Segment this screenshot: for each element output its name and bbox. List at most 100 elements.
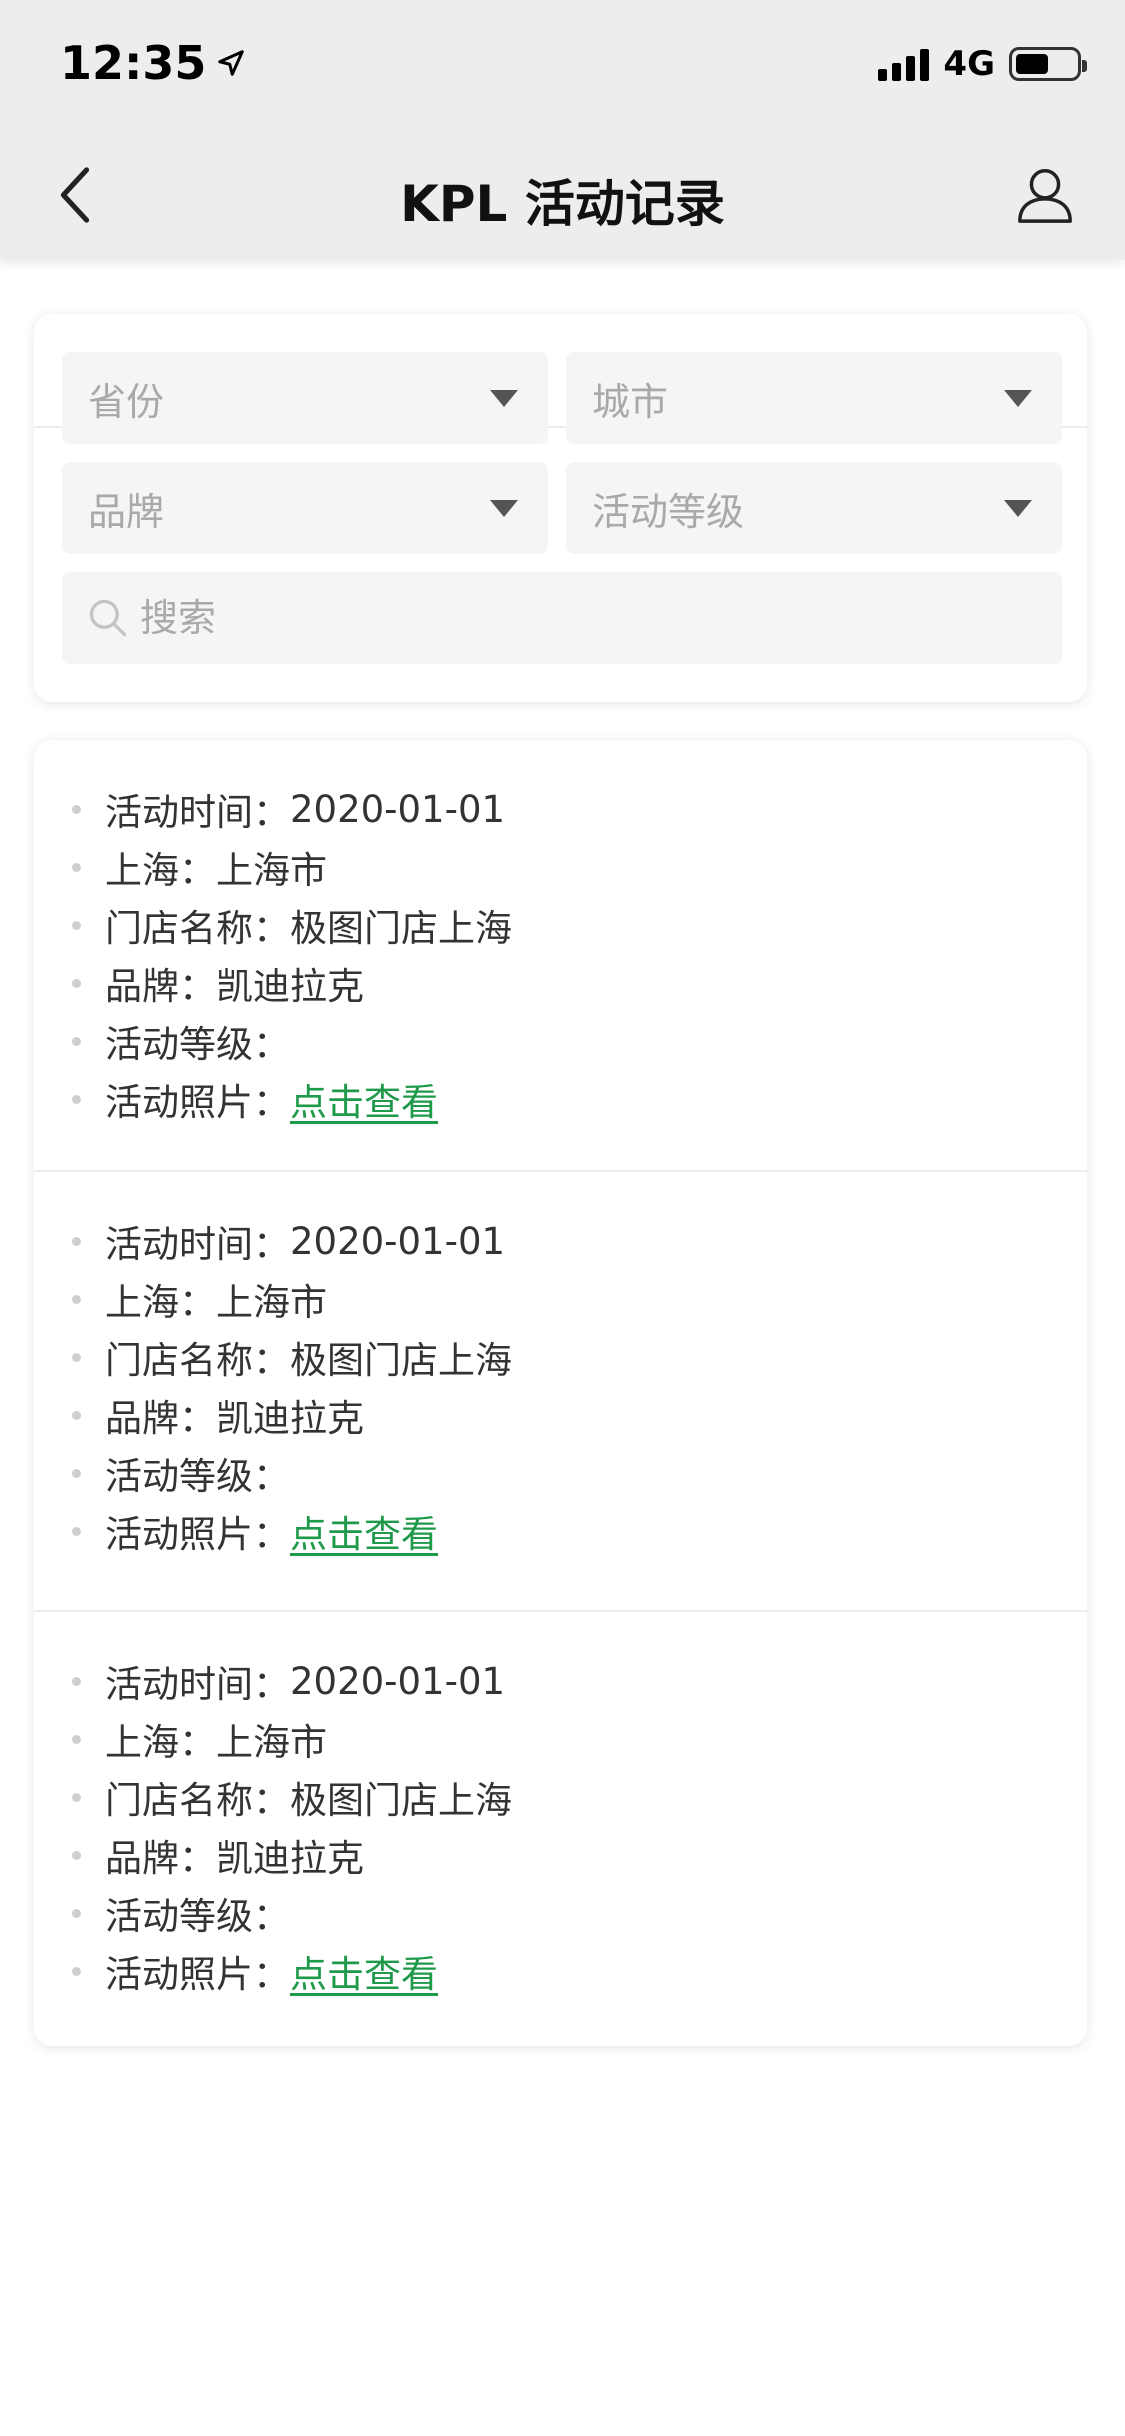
- label: 活动时间：: [105, 1223, 290, 1266]
- store-row: 门店名称： 极图门店上海: [72, 1768, 512, 1826]
- bullet: [72, 1792, 81, 1802]
- bullet: [72, 1966, 81, 1976]
- photo-row: 活动照片： 点击查看: [72, 1502, 438, 1560]
- region-row: 上海： 上海市: [72, 1710, 327, 1768]
- brand-select[interactable]: 品牌: [62, 462, 548, 554]
- label: 活动等级：: [105, 1023, 290, 1066]
- bullet: [72, 1410, 81, 1420]
- filter-panel: 省份 城市 品牌 活动等级: [34, 314, 1087, 702]
- list-item: 活动时间： 2020-01-01 上海： 上海市 门店名称： 极图门店上海 品牌…: [34, 1170, 1087, 1610]
- level-select[interactable]: 活动等级: [566, 462, 1062, 554]
- user-button[interactable]: [1009, 158, 1081, 230]
- bullet: [72, 1036, 81, 1046]
- user-icon: [1018, 169, 1072, 223]
- store-row: 门店名称： 极图门店上海: [72, 1328, 512, 1386]
- value: 极图门店上海: [290, 907, 512, 950]
- status-time-text: 12:35: [60, 36, 207, 90]
- battery-level: [1016, 54, 1048, 74]
- brand-row: 品牌： 凯迪拉克: [72, 1826, 364, 1884]
- list-item: 活动时间： 2020-01-01 上海： 上海市 门店名称： 极图门店上海 品牌…: [34, 1610, 1087, 2046]
- level-row: 活动等级：: [72, 1884, 290, 1942]
- label: 上海：: [105, 849, 216, 892]
- label: 活动照片：: [105, 1513, 290, 1556]
- search-input[interactable]: [138, 595, 1018, 641]
- bullet: [72, 1850, 81, 1860]
- city-select[interactable]: 城市: [566, 352, 1062, 444]
- bullet: [72, 1094, 81, 1104]
- city-placeholder: 城市: [592, 379, 669, 424]
- caret-down-icon: [1004, 500, 1032, 517]
- value: 极图门店上海: [290, 1779, 512, 1822]
- label: 上海：: [105, 1721, 216, 1764]
- activity-time-row: 活动时间： 2020-01-01: [72, 1212, 505, 1270]
- value: 上海市: [216, 849, 327, 892]
- value: 凯迪拉克: [216, 965, 364, 1008]
- label: 活动时间：: [105, 791, 290, 834]
- brand-row: 品牌： 凯迪拉克: [72, 954, 364, 1012]
- value: 2020-01-01: [290, 1659, 506, 1703]
- value: 2020-01-01: [290, 1219, 506, 1263]
- signal-icon: [878, 47, 930, 81]
- value: 上海市: [216, 1721, 327, 1764]
- bullet: [72, 1294, 81, 1304]
- label: 门店名称：: [105, 1779, 290, 1822]
- view-photo-link[interactable]: 点击查看: [290, 1504, 438, 1558]
- brand-row: 品牌： 凯迪拉克: [72, 1386, 364, 1444]
- bullet: [72, 804, 81, 814]
- records-list: 活动时间： 2020-01-01 上海： 上海市 门店名称： 极图门店上海 品牌…: [34, 740, 1087, 2046]
- value: 凯迪拉克: [216, 1837, 364, 1880]
- label: 品牌：: [105, 1397, 216, 1440]
- network-type: 4G: [943, 44, 995, 84]
- nav-bar: KPL 活动记录: [0, 130, 1125, 260]
- caret-down-icon: [490, 500, 518, 517]
- status-bar: 12:35 4G: [0, 0, 1125, 130]
- status-indicators: 4G: [878, 44, 1087, 84]
- region-row: 上海： 上海市: [72, 838, 327, 896]
- bullet: [72, 862, 81, 872]
- activity-time-row: 活动时间： 2020-01-01: [72, 1652, 505, 1710]
- label: 活动时间：: [105, 1663, 290, 1706]
- search-field[interactable]: [62, 572, 1062, 664]
- label: 活动照片：: [105, 1953, 290, 1996]
- activity-time-row: 活动时间： 2020-01-01: [72, 780, 505, 838]
- store-row: 门店名称： 极图门店上海: [72, 896, 512, 954]
- brand-placeholder: 品牌: [88, 489, 165, 534]
- label: 活动等级：: [105, 1455, 290, 1498]
- bullet: [72, 1468, 81, 1478]
- list-item: 活动时间： 2020-01-01 上海： 上海市 门店名称： 极图门店上海 品牌…: [34, 740, 1087, 1170]
- label: 活动照片：: [105, 1081, 290, 1124]
- bullet: [72, 1352, 81, 1362]
- value: 极图门店上海: [290, 1339, 512, 1382]
- value: 上海市: [216, 1281, 327, 1324]
- search-icon: [89, 599, 127, 637]
- status-time: 12:35: [60, 36, 246, 90]
- view-photo-link[interactable]: 点击查看: [290, 1944, 438, 1998]
- label: 品牌：: [105, 965, 216, 1008]
- bullet: [72, 1734, 81, 1744]
- caret-down-icon: [490, 390, 518, 407]
- bullet: [72, 1526, 81, 1536]
- label: 品牌：: [105, 1837, 216, 1880]
- level-row: 活动等级：: [72, 1444, 290, 1502]
- value: 凯迪拉克: [216, 1397, 364, 1440]
- level-placeholder: 活动等级: [592, 489, 745, 534]
- level-row: 活动等级：: [72, 1012, 290, 1070]
- caret-down-icon: [1004, 390, 1032, 407]
- label: 活动等级：: [105, 1895, 290, 1938]
- battery-icon: [1009, 47, 1087, 81]
- view-photo-link[interactable]: 点击查看: [290, 1072, 438, 1126]
- label: 门店名称：: [105, 907, 290, 950]
- label: 上海：: [105, 1281, 216, 1324]
- photo-row: 活动照片： 点击查看: [72, 1070, 438, 1128]
- photo-row: 活动照片： 点击查看: [72, 1942, 438, 2000]
- bullet: [72, 1908, 81, 1918]
- bullet: [72, 1236, 81, 1246]
- location-arrow-icon: [218, 50, 245, 76]
- province-select[interactable]: 省份: [62, 352, 548, 444]
- label: 门店名称：: [105, 1339, 290, 1382]
- bullet: [72, 978, 81, 988]
- region-row: 上海： 上海市: [72, 1270, 327, 1328]
- bullet: [72, 920, 81, 930]
- province-placeholder: 省份: [88, 379, 165, 424]
- bullet: [72, 1676, 81, 1686]
